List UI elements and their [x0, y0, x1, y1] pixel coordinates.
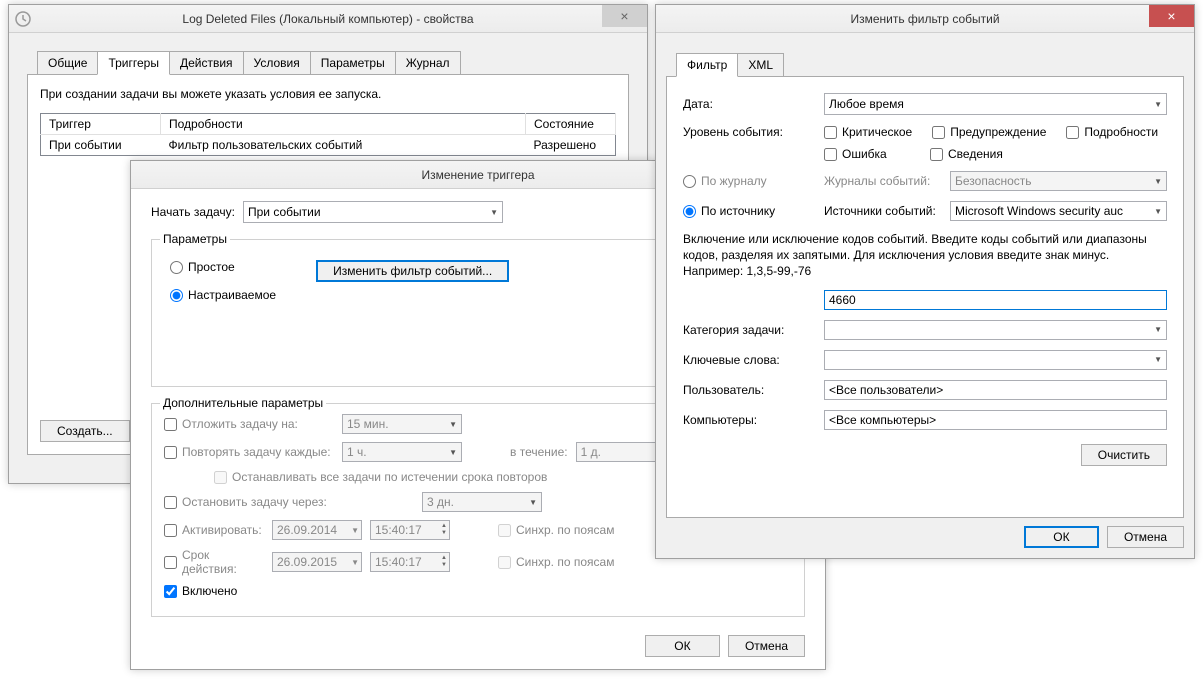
user-input[interactable] — [824, 380, 1167, 400]
tab-xml[interactable]: XML — [737, 53, 784, 76]
task-scheduler-icon — [15, 11, 31, 27]
level-label: Уровень события: — [683, 125, 818, 139]
filter-title: Изменить фильтр событий — [850, 12, 999, 26]
enabled-checkbox[interactable]: Включено — [164, 584, 237, 598]
chevron-down-icon: ▼ — [449, 448, 457, 457]
tab-actions[interactable]: Действия — [169, 51, 244, 74]
clear-button[interactable]: Очистить — [1081, 444, 1167, 466]
stopall-checkbox: Останавливать все задачи по истечении ср… — [214, 470, 547, 484]
activate-date: 26.09.2014 ▼ — [272, 520, 362, 540]
event-filter-window: Изменить фильтр событий × Фильтр XML Дат… — [655, 4, 1195, 559]
keywords-label: Ключевые слова: — [683, 353, 818, 367]
tab-conditions[interactable]: Условия — [243, 51, 311, 74]
tab-triggers[interactable]: Триггеры — [97, 51, 170, 75]
expire-time: 15:40:17 ▲▼ — [370, 552, 450, 572]
repeat-checkbox[interactable]: Повторять задачу каждые: — [164, 445, 334, 459]
start-task-label: Начать задачу: — [151, 205, 235, 219]
chevron-down-icon: ▼ — [1154, 100, 1162, 109]
expire-date: 26.09.2015 ▼ — [272, 552, 362, 572]
col-state[interactable]: Состояние — [526, 114, 616, 135]
level-critical[interactable]: Критическое — [824, 125, 912, 139]
params-legend: Параметры — [160, 232, 230, 246]
sync-tz-checkbox-2: Синхр. по поясам — [498, 555, 614, 569]
ok-button[interactable]: ОК — [645, 635, 720, 657]
create-button[interactable]: Создать... — [40, 420, 130, 442]
close-button[interactable]: × — [602, 5, 647, 27]
chevron-down-icon: ▼ — [1154, 207, 1162, 216]
keywords-select[interactable]: ▼ — [824, 350, 1167, 370]
spinner-buttons: ▲▼ — [441, 555, 447, 569]
event-ids-help: Включение или исключение кодов событий. … — [683, 231, 1167, 280]
spinner-buttons: ▲▼ — [441, 523, 447, 537]
user-label: Пользователь: — [683, 383, 818, 397]
computers-input[interactable] — [824, 410, 1167, 430]
stopafter-select: 3 дн.▼ — [422, 492, 542, 512]
filter-titlebar: Изменить фильтр событий × — [656, 5, 1194, 33]
date-label: Дата: — [683, 97, 818, 111]
activate-time: 15:40:17 ▲▼ — [370, 520, 450, 540]
trigger-title: Изменение триггера — [421, 168, 534, 182]
logs-label: Журналы событий: — [824, 174, 944, 188]
advanced-legend: Дополнительные параметры — [160, 396, 326, 410]
activate-checkbox[interactable]: Активировать: — [164, 523, 264, 537]
props-tabs: Общие Триггеры Действия Условия Параметр… — [27, 41, 629, 75]
taskcat-label: Категория задачи: — [683, 323, 818, 337]
close-button[interactable]: × — [1149, 5, 1194, 27]
radio-custom[interactable]: Настраиваемое — [170, 288, 276, 302]
stopafter-checkbox[interactable]: Остановить задачу через: — [164, 495, 414, 509]
tab-history[interactable]: Журнал — [395, 51, 461, 74]
chevron-down-icon: ▼ — [529, 498, 537, 507]
props-title: Log Deleted Files (Локальный компьютер) … — [182, 12, 473, 26]
filter-cancel-button[interactable]: Отмена — [1107, 526, 1184, 548]
duration-label: в течение: — [510, 445, 568, 459]
triggers-table: Триггер Подробности Состояние При событи… — [40, 113, 616, 156]
radio-by-log[interactable]: По журналу — [683, 174, 818, 188]
sources-label: Источники событий: — [824, 204, 944, 218]
expire-checkbox[interactable]: Срок действия: — [164, 548, 264, 576]
chevron-down-icon: ▼ — [490, 208, 498, 217]
radio-by-source[interactable]: По источнику — [683, 204, 818, 218]
computers-label: Компьютеры: — [683, 413, 818, 427]
tab-settings[interactable]: Параметры — [310, 51, 396, 74]
taskcat-select[interactable]: ▼ — [824, 320, 1167, 340]
table-row[interactable]: При событии Фильтр пользовательских собы… — [41, 135, 616, 156]
chevron-down-icon: ▼ — [1154, 325, 1162, 334]
tab-general[interactable]: Общие — [37, 51, 98, 74]
chevron-down-icon: ▼ — [449, 420, 457, 429]
event-ids-input[interactable] — [824, 290, 1167, 310]
chevron-down-icon: ▼ — [351, 526, 359, 535]
cancel-button[interactable]: Отмена — [728, 635, 805, 657]
tab-filter[interactable]: Фильтр — [676, 53, 738, 77]
radio-simple[interactable]: Простое — [170, 260, 276, 274]
level-info[interactable]: Сведения — [930, 147, 1003, 161]
repeat-select: 1 ч.▼ — [342, 442, 462, 462]
date-select[interactable]: Любое время▼ — [824, 93, 1167, 115]
chevron-down-icon: ▼ — [1154, 177, 1162, 186]
triggers-description: При создании задачи вы можете указать ус… — [40, 87, 616, 101]
delay-select: 15 мин.▼ — [342, 414, 462, 434]
level-verbose[interactable]: Подробности — [1066, 125, 1158, 139]
col-trigger[interactable]: Триггер — [41, 114, 161, 135]
col-details[interactable]: Подробности — [161, 114, 526, 135]
props-titlebar: Log Deleted Files (Локальный компьютер) … — [9, 5, 647, 33]
start-task-select[interactable]: При событии ▼ — [243, 201, 503, 223]
delay-checkbox[interactable]: Отложить задачу на: — [164, 417, 334, 431]
logs-select: Безопасность▼ — [950, 171, 1167, 191]
filter-ok-button[interactable]: ОК — [1024, 526, 1099, 548]
edit-filter-button[interactable]: Изменить фильтр событий... — [316, 260, 509, 282]
level-error[interactable]: Ошибка — [824, 147, 910, 161]
chevron-down-icon: ▼ — [1154, 355, 1162, 364]
sync-tz-checkbox-1: Синхр. по поясам — [498, 523, 614, 537]
sources-select[interactable]: Microsoft Windows security auc▼ — [950, 201, 1167, 221]
level-warning[interactable]: Предупреждение — [932, 125, 1046, 139]
chevron-down-icon: ▼ — [351, 558, 359, 567]
filter-tabs: Фильтр XML — [666, 43, 1184, 77]
